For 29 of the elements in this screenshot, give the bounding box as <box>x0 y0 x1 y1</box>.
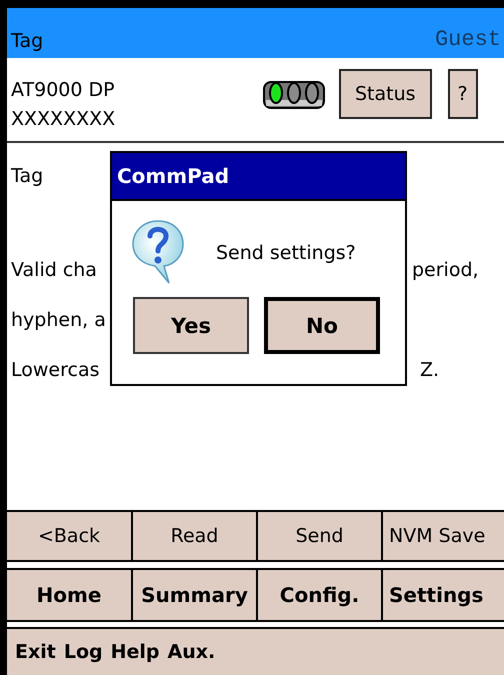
dialog-message: Send settings? <box>216 242 356 264</box>
help-text: period, <box>412 258 479 283</box>
menu-item[interactable]: Aux. <box>168 641 216 663</box>
action-button[interactable]: <Back <box>7 512 131 560</box>
menu-item[interactable]: Log <box>64 641 103 663</box>
traffic-light-icon <box>263 78 325 110</box>
field-label: Tag <box>11 165 44 187</box>
action-button[interactable]: NVM Save <box>383 512 504 560</box>
help-text: Z. <box>419 358 440 383</box>
nav-button[interactable]: Settings <box>383 570 504 620</box>
device-model: AT9000 DP <box>11 78 116 103</box>
nav-button[interactable]: Summary <box>133 570 256 620</box>
help-text: Lowercas <box>11 358 100 383</box>
help-text: hyphen, a <box>11 308 106 333</box>
help-text: Valid cha <box>11 258 97 283</box>
nav-button[interactable]: Config. <box>258 570 381 620</box>
nav-button[interactable]: Home <box>7 570 131 620</box>
dialog-title: CommPad <box>112 153 405 201</box>
no-button[interactable]: No <box>264 297 380 354</box>
device-serial: XXXXXXXX <box>11 107 116 132</box>
help-button[interactable]: ? <box>448 69 478 119</box>
action-button[interactable]: Read <box>133 512 256 560</box>
status-button[interactable]: Status <box>339 69 432 119</box>
menu-item[interactable]: Exit <box>15 641 56 663</box>
user-name: Guest <box>434 27 501 52</box>
action-button[interactable]: Send <box>258 512 381 560</box>
page-title: Tag <box>11 30 44 52</box>
yes-button[interactable]: Yes <box>133 297 249 354</box>
menu-item[interactable]: Help <box>110 641 160 663</box>
